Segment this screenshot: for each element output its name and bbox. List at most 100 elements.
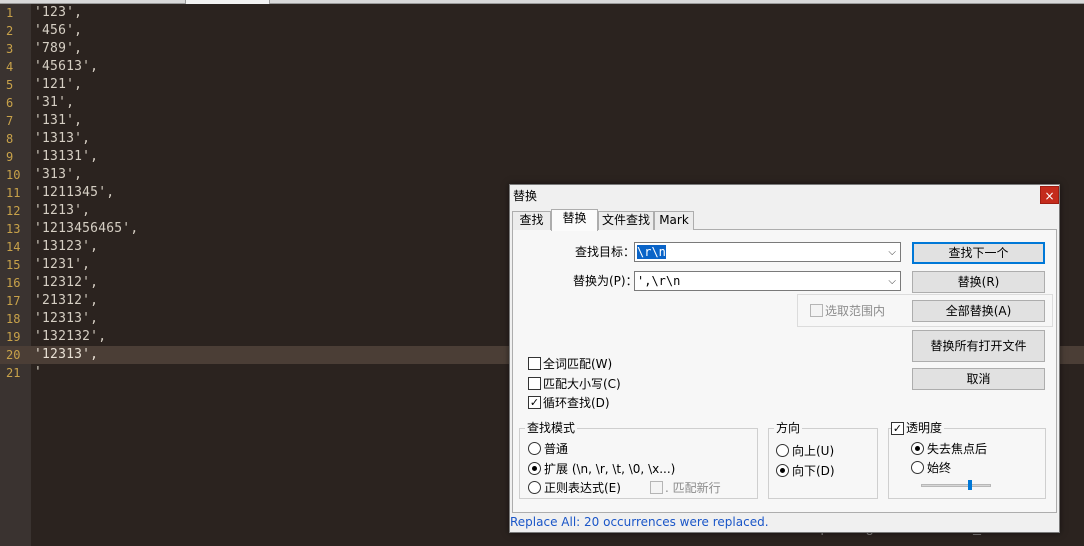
replace-dropdown-icon[interactable]: ⌵ — [888, 273, 896, 291]
transparency-on-lose-focus-label: 失去焦点后 — [927, 442, 988, 456]
line-text: '789', — [34, 41, 83, 56]
line-number: 1 — [6, 6, 14, 20]
line-number: 2 — [6, 24, 14, 38]
line-number: 13 — [6, 222, 21, 236]
in-selection-checkbox[interactable] — [810, 304, 823, 317]
direction-up-label: 向上(U) — [792, 444, 835, 458]
editor-line[interactable]: 8 '1313', — [0, 130, 1084, 148]
line-text: ' — [34, 365, 43, 380]
line-text: '1213', — [34, 203, 91, 218]
line-text: '31', — [34, 95, 75, 110]
replace-button[interactable]: 替换(R) — [912, 271, 1045, 293]
line-text: '45613', — [34, 59, 99, 74]
line-number: 12 — [6, 204, 21, 218]
line-number: 17 — [6, 294, 21, 308]
line-text: '21312', — [34, 293, 99, 308]
tab-find-in-files[interactable]: 文件查找 — [598, 211, 654, 230]
editor-line[interactable]: 4 '45613', — [0, 58, 1084, 76]
match-case-checkbox[interactable] — [528, 377, 541, 390]
line-number: 14 — [6, 240, 21, 254]
find-label: 查找目标： — [575, 245, 636, 259]
direction-down-radio[interactable] — [776, 464, 789, 477]
replace-input[interactable]: ',\r\n ⌵ — [634, 271, 901, 291]
line-text: '1213456465', — [34, 221, 139, 236]
close-button[interactable]: × — [1040, 186, 1059, 204]
match-case-label: 匹配大小写(C) — [543, 377, 621, 391]
in-selection-label: 选取范围内 — [825, 304, 886, 318]
transparency-title: 透明度 — [904, 421, 945, 435]
line-number: 20 — [6, 348, 21, 362]
mode-extended-radio[interactable] — [528, 462, 541, 475]
line-text: '123', — [34, 5, 83, 20]
line-number: 16 — [6, 276, 21, 290]
tab-mark[interactable]: Mark — [654, 211, 694, 230]
line-text: '456', — [34, 23, 83, 38]
line-number: 21 — [6, 366, 21, 380]
mode-normal-radio[interactable] — [528, 442, 541, 455]
replace-dialog: 替换 × 查找 替换 文件查找 Mark 查找目标： \r\n ⌵ 替换为(P)：… — [509, 184, 1060, 533]
transparency-on-lose-focus-radio[interactable] — [911, 442, 924, 455]
line-text: '313', — [34, 167, 83, 182]
editor-line[interactable]: 7 '131', — [0, 112, 1084, 130]
editor-line[interactable]: 3 '789', — [0, 40, 1084, 58]
replace-all-open-files-button[interactable]: 替换所有打开文件 — [912, 330, 1045, 362]
transparency-checkbox[interactable]: ✓ — [891, 422, 904, 435]
line-number: 7 — [6, 114, 14, 128]
line-number: 8 — [6, 132, 14, 146]
dot-newline-label: . 匹配新行 — [665, 481, 721, 495]
line-number: 3 — [6, 42, 14, 56]
line-number: 6 — [6, 96, 14, 110]
mode-regex-radio[interactable] — [528, 481, 541, 494]
tab-replace[interactable]: 替换 — [551, 209, 598, 231]
replace-all-button[interactable]: 全部替换(A) — [912, 300, 1045, 322]
line-number: 15 — [6, 258, 21, 272]
editor-line[interactable]: 2 '456', — [0, 22, 1084, 40]
line-text: '12313', — [34, 311, 99, 326]
line-text: '1313', — [34, 131, 91, 146]
editor-line[interactable]: 6 '31', — [0, 94, 1084, 112]
editor-line[interactable]: 1 '123', — [0, 4, 1084, 22]
line-text: '13131', — [34, 149, 99, 164]
line-number: 5 — [6, 78, 14, 92]
wrap-around-checkbox[interactable]: ✓ — [528, 396, 541, 409]
line-text: '132132', — [34, 329, 107, 344]
line-text: '12313', — [34, 347, 99, 362]
transparency-always-label: 始终 — [927, 461, 952, 475]
line-number: 19 — [6, 330, 21, 344]
editor-line[interactable]: 9 '13131', — [0, 148, 1084, 166]
line-number: 18 — [6, 312, 21, 326]
replace-value: ',\r\n — [637, 274, 681, 288]
mode-extended-label: 扩展 (\n, \r, \t, \0, \x...) — [544, 462, 676, 476]
transparency-slider[interactable] — [921, 484, 991, 487]
whole-word-checkbox[interactable] — [528, 357, 541, 370]
line-text: '1231', — [34, 257, 91, 272]
line-number: 4 — [6, 60, 14, 74]
whole-word-label: 全词匹配(W) — [543, 357, 613, 371]
line-number: 11 — [6, 186, 21, 200]
line-text: '121', — [34, 77, 83, 92]
transparency-slider-thumb[interactable] — [968, 480, 972, 490]
editor-line[interactable]: 5 '121', — [0, 76, 1084, 94]
direction-title: 方向 — [774, 421, 803, 435]
dot-newline-checkbox[interactable] — [650, 481, 663, 494]
find-value: \r\n — [637, 245, 666, 259]
line-text: '12312', — [34, 275, 99, 290]
direction-down-label: 向下(D) — [792, 464, 835, 478]
transparency-always-radio[interactable] — [911, 461, 924, 474]
tab-find[interactable]: 查找 — [512, 211, 551, 230]
wrap-around-label: 循环查找(D) — [543, 396, 610, 410]
find-input[interactable]: \r\n ⌵ — [634, 242, 901, 262]
mode-regex-label: 正则表达式(E) — [544, 481, 621, 495]
search-mode-title: 查找模式 — [525, 421, 578, 435]
editor-line[interactable]: 10 '313', — [0, 166, 1084, 184]
dialog-title: 替换 — [513, 189, 538, 203]
line-number: 10 — [6, 168, 21, 182]
mode-normal-label: 普通 — [544, 442, 569, 456]
cancel-button[interactable]: 取消 — [912, 368, 1045, 390]
direction-up-radio[interactable] — [776, 444, 789, 457]
line-text: '1211345', — [34, 185, 115, 200]
find-next-button[interactable]: 查找下一个 — [912, 242, 1045, 264]
find-dropdown-icon[interactable]: ⌵ — [888, 244, 896, 262]
line-number: 9 — [6, 150, 14, 164]
status-message: Replace All: 20 occurrences were replace… — [510, 515, 769, 529]
